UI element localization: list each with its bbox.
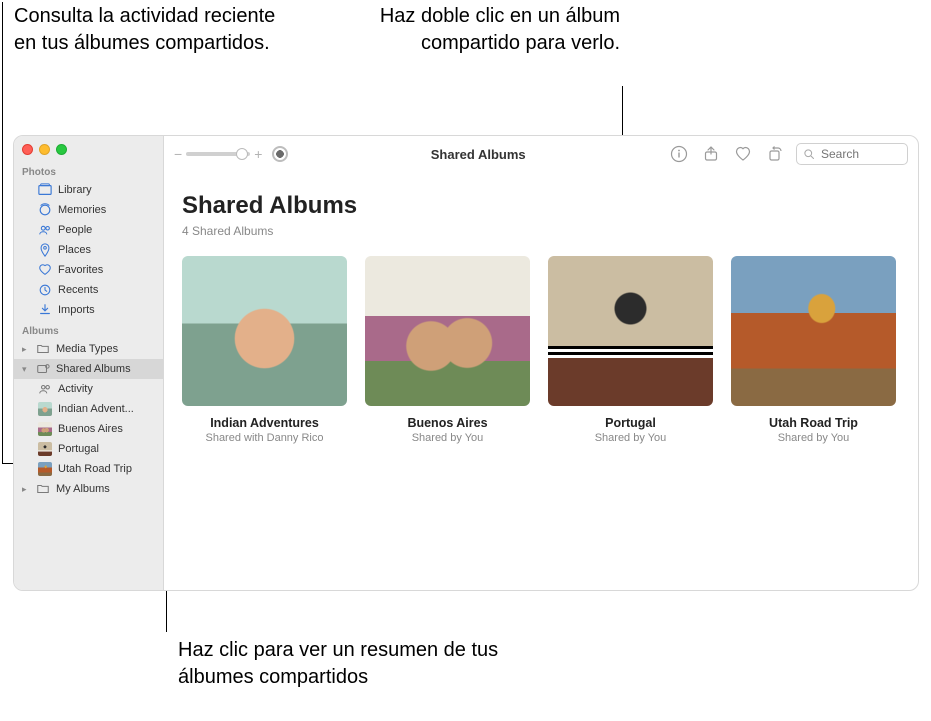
pin-icon [38,243,52,257]
search-icon [803,148,815,160]
close-window-button[interactable] [22,144,33,155]
sidebar-section-albums: Albums [14,320,163,339]
sidebar-item-places[interactable]: Places [14,240,163,260]
search-field[interactable] [821,147,901,161]
sidebar-item-label: Indian Advent... [58,403,134,415]
sidebar-item-label: Memories [58,204,106,216]
sidebar-item-label: Library [58,184,92,196]
callout-line [2,2,3,464]
sidebar-item-label: Portugal [58,443,99,455]
main-area: − + Shared Albums [164,136,918,590]
slider-knob[interactable] [236,148,248,160]
share-button[interactable] [700,143,722,165]
toolbar: − + Shared Albums [164,136,918,172]
sidebar-item-label: Recents [58,284,98,296]
sidebar-item-label: Activity [58,383,93,395]
sidebar-item-recents[interactable]: Recents [14,280,163,300]
chevron-down-icon: ▾ [22,364,30,375]
sidebar-section-photos: Photos [14,161,163,180]
album-subtitle: Shared with Danny Rico [182,432,347,444]
memories-icon [38,203,52,217]
zoom-out-icon: − [174,146,182,162]
album-tile[interactable]: Portugal Shared by You [548,256,713,444]
content-area: Shared Albums 4 Shared Albums Indian Adv… [164,172,918,454]
callout-top-right: Haz doble clic en un álbum compartido pa… [375,3,620,57]
folder-icon [36,482,50,496]
zoom-slider[interactable] [186,152,250,156]
toolbar-title: Shared Albums [431,147,526,162]
download-icon [38,303,52,317]
sidebar-item-activity[interactable]: Activity [14,379,163,399]
app-window: Photos Library Memories People Places [13,135,919,591]
sidebar-item-album-child[interactable]: Portugal [14,439,163,459]
clock-icon [38,283,52,297]
window-controls [14,136,163,161]
library-icon [38,183,52,197]
albums-grid: Indian Adventures Shared with Danny Rico… [182,256,900,444]
zoom-control[interactable]: − + [174,146,262,162]
album-title: Utah Road Trip [731,416,896,430]
page-title: Shared Albums [182,192,900,220]
sidebar-item-label: Favorites [58,264,103,276]
filter-toggle-button[interactable] [272,146,288,162]
album-subtitle: Shared by You [731,432,896,444]
album-tile[interactable]: Buenos Aires Shared by You [365,256,530,444]
rotate-button[interactable] [764,143,786,165]
album-thumbnail [731,256,896,406]
sidebar-item-memories[interactable]: Memories [14,200,163,220]
sidebar-item-shared-albums[interactable]: ▾ Shared Albums [14,359,163,379]
album-thumb-icon [38,442,52,456]
sidebar-item-album-child[interactable]: Indian Advent... [14,399,163,419]
album-thumb-icon [38,422,52,436]
sidebar-item-people[interactable]: People [14,220,163,240]
people-icon [38,382,52,396]
info-button[interactable] [668,143,690,165]
album-thumbnail [365,256,530,406]
people-icon [38,223,52,237]
chevron-right-icon: ▸ [22,484,30,495]
album-title: Buenos Aires [365,416,530,430]
album-thumb-icon [38,402,52,416]
album-thumbnail [182,256,347,406]
folder-icon [36,342,50,356]
zoom-window-button[interactable] [56,144,67,155]
sidebar-item-label: Utah Road Trip [58,463,132,475]
zoom-in-icon: + [254,146,262,162]
sidebar: Photos Library Memories People Places [14,136,164,590]
album-thumbnail [548,256,713,406]
sidebar-item-favorites[interactable]: Favorites [14,260,163,280]
sidebar-item-label: My Albums [56,483,110,495]
album-title: Indian Adventures [182,416,347,430]
sidebar-item-label: People [58,224,92,236]
heart-icon [38,263,52,277]
album-subtitle: Shared by You [365,432,530,444]
album-title: Portugal [548,416,713,430]
sidebar-item-album-child[interactable]: Buenos Aires [14,419,163,439]
album-tile[interactable]: Indian Adventures Shared with Danny Rico [182,256,347,444]
callout-bottom: Haz clic para ver un resumen de tus álbu… [178,637,518,691]
sidebar-item-library[interactable]: Library [14,180,163,200]
shared-album-icon [36,362,50,376]
sidebar-item-media-types[interactable]: ▸ Media Types [14,339,163,359]
search-input[interactable] [796,143,908,165]
album-subtitle: Shared by You [548,432,713,444]
sidebar-item-label: Places [58,244,91,256]
sidebar-item-label: Buenos Aires [58,423,123,435]
callout-line [622,86,623,139]
callout-top-left: Consulta la actividad reciente en tus ál… [14,3,289,57]
page-subtitle: 4 Shared Albums [182,224,900,238]
sidebar-item-my-albums[interactable]: ▸ My Albums [14,479,163,499]
album-tile[interactable]: Utah Road Trip Shared by You [731,256,896,444]
sidebar-item-label: Shared Albums [56,363,131,375]
sidebar-item-imports[interactable]: Imports [14,300,163,320]
chevron-right-icon: ▸ [22,344,30,355]
sidebar-item-label: Imports [58,304,95,316]
album-thumb-icon [38,462,52,476]
minimize-window-button[interactable] [39,144,50,155]
sidebar-item-album-child[interactable]: Utah Road Trip [14,459,163,479]
favorite-button[interactable] [732,143,754,165]
sidebar-item-label: Media Types [56,343,118,355]
